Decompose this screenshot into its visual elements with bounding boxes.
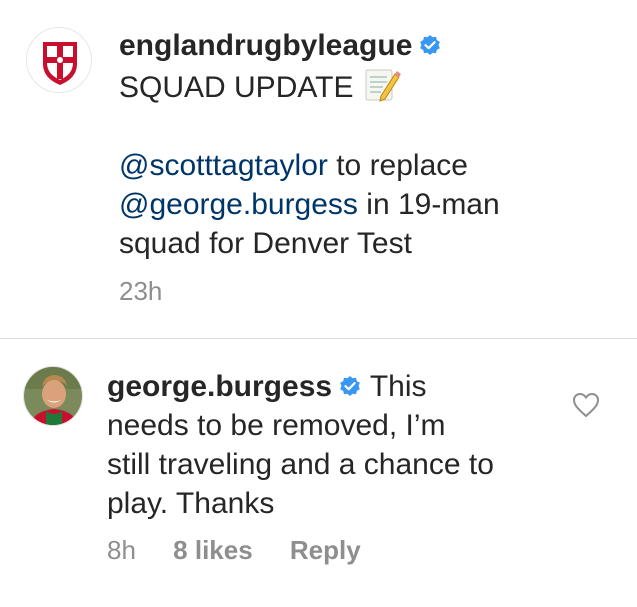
mention-george-burgess[interactable]: @george.burgess [119, 188, 358, 221]
caption-text-3: squad for Denver Test [119, 227, 412, 260]
comment-timestamp: 8h [107, 535, 136, 565]
verified-badge-icon [340, 376, 360, 396]
post-caption: englandrugbyleague SQUAD UPDATE @scottta… [0, 0, 637, 338]
comment-meta: 8h 8 likes Reply [107, 535, 391, 566]
comment-item: george.burgess This needs to be removed,… [0, 339, 637, 607]
comment-text-2: needs to be removed, I’m [107, 409, 446, 442]
memo-emoji-icon [365, 69, 402, 102]
comment-body: george.burgess This needs to be removed,… [107, 367, 557, 523]
george-burgess-avatar[interactable] [23, 366, 83, 426]
englandrugbyleague-avatar[interactable] [26, 27, 92, 93]
rugby-league-crest-icon [43, 42, 77, 85]
mention-scotttagtaylor[interactable]: @scotttagtaylor [119, 149, 328, 182]
comment-text-3: still traveling and a chance to [107, 448, 494, 481]
comment-text-1: This [369, 370, 427, 403]
caption-body: englandrugbyleague SQUAD UPDATE @scottta… [119, 26, 619, 263]
comment-username[interactable]: george.burgess [107, 370, 332, 403]
comment-text-4: play. Thanks [107, 487, 275, 520]
caption-title: SQUAD UPDATE [119, 71, 354, 104]
verified-badge-icon [420, 35, 441, 55]
caption-text-2: in 19-man [357, 188, 500, 221]
comment-likes[interactable]: 8 likes [173, 535, 253, 565]
reply-button[interactable]: Reply [290, 535, 361, 565]
caption-text-1: to replace [327, 149, 468, 182]
post-username[interactable]: englandrugbyleague [119, 29, 412, 62]
post-timestamp: 23h [119, 276, 163, 306]
heart-outline-icon[interactable] [572, 392, 600, 418]
profile-photo-icon [24, 367, 82, 425]
